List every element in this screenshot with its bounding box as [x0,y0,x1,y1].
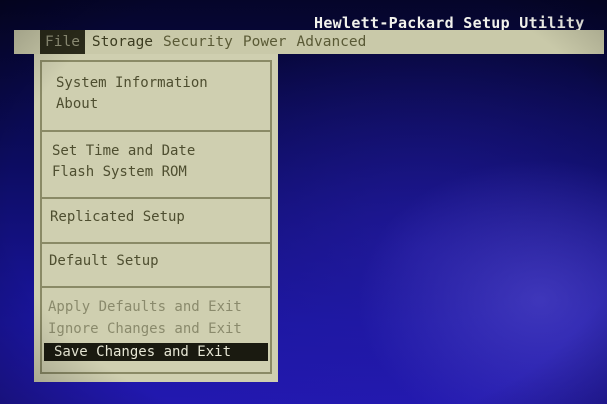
menu-option-flash-system-rom[interactable]: Flash System ROM [52,163,187,181]
bios-screen: Hewlett-Packard Setup Utility File Stora… [0,0,607,404]
menu-separator [42,286,270,288]
menu-storage[interactable]: Storage [87,30,158,54]
file-dropdown-menu: System Information About Set Time and Da… [34,54,278,382]
menu-file[interactable]: File [40,30,85,54]
menu-option-apply-defaults-and-exit[interactable]: Apply Defaults and Exit [48,298,242,316]
menu-power[interactable]: Power [238,30,292,54]
menu-bar: File Storage Security Power Advanced [14,30,604,54]
menu-option-replicated-setup[interactable]: Replicated Setup [50,208,185,226]
menu-option-set-time-and-date[interactable]: Set Time and Date [52,142,195,160]
menu-option-default-setup[interactable]: Default Setup [49,252,159,270]
menu-option-system-information[interactable]: System Information [56,74,208,92]
menu-option-ignore-changes-and-exit[interactable]: Ignore Changes and Exit [48,320,242,338]
menu-advanced[interactable]: Advanced [292,30,372,54]
menu-separator [42,242,270,244]
menu-security[interactable]: Security [158,30,238,54]
menu-option-save-changes-and-exit[interactable]: Save Changes and Exit [44,343,268,361]
file-dropdown-frame: System Information About Set Time and Da… [40,60,272,374]
menu-separator [42,130,270,132]
menu-option-about[interactable]: About [56,95,98,113]
menu-separator [42,197,270,199]
